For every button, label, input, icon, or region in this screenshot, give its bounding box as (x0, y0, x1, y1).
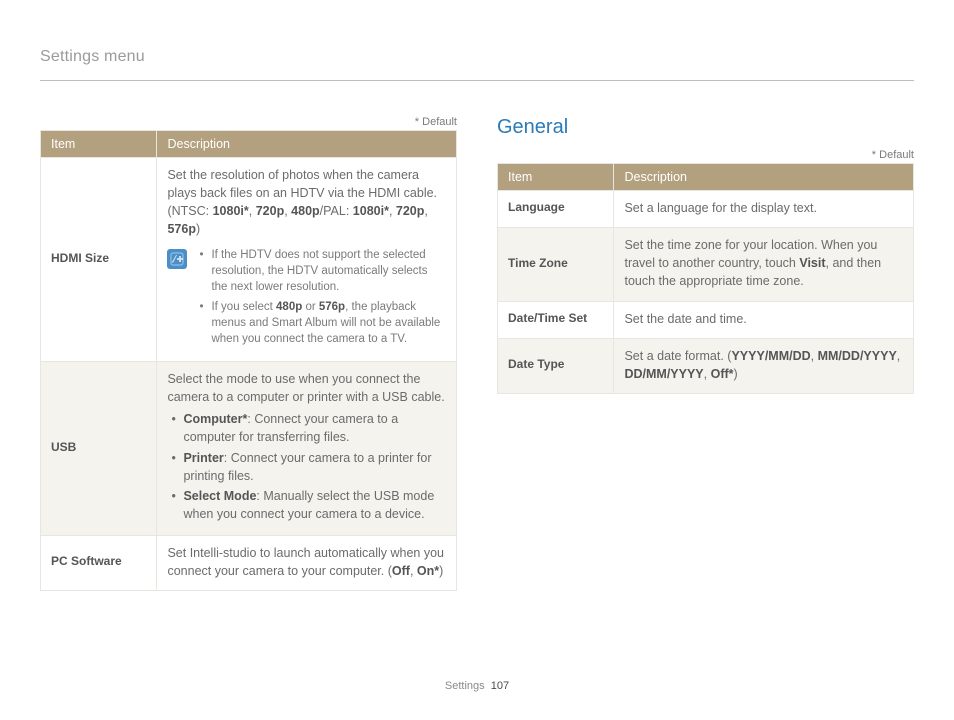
table-header-row: Item Description (41, 131, 457, 158)
row-desc: Set Intelli-studio to launch automatical… (157, 536, 457, 591)
row-item: Language (498, 191, 614, 228)
mode: 480p (291, 204, 320, 218)
default-note-left: * Default (40, 116, 457, 128)
row-item: HDMI Size (41, 158, 157, 362)
footer-section: Settings (445, 680, 485, 692)
row-desc: Select the mode to use when you connect … (157, 362, 457, 536)
desc-text: ) (439, 564, 443, 578)
row-item: Date Type (498, 338, 614, 393)
option-name: MM/DD/YYYY (818, 349, 897, 363)
right-table: Item Description Language Set a language… (497, 163, 914, 394)
option-name: On* (417, 564, 439, 578)
note-item: If you select 480p or 576p, the playback… (199, 299, 446, 347)
option-name: Printer (183, 451, 223, 465)
header-rule (40, 80, 914, 81)
option-name: Select Mode (183, 489, 256, 503)
row-item: Time Zone (498, 228, 614, 301)
option-list: Computer*: Connect your camera to a comp… (167, 410, 446, 523)
left-column: * Default Item Description HDMI Size Set… (40, 112, 457, 591)
table-row: Time Zone Set the time zone for your loc… (498, 228, 914, 301)
col-item: Item (498, 164, 614, 191)
option-item: Computer*: Connect your camera to a comp… (171, 410, 446, 446)
table-row: Date/Time Set Set the date and time. (498, 301, 914, 338)
desc-text: Set a date format. ( (624, 349, 731, 363)
mode: 1080i* (353, 204, 389, 218)
row-desc: Set the resolution of photos when the ca… (157, 158, 457, 362)
desc-text: Select the mode to use when you connect … (167, 372, 444, 404)
option-name: Off (392, 564, 410, 578)
note-icon (167, 249, 187, 269)
mode: 576p (319, 301, 345, 313)
page-header-title: Settings menu (40, 48, 145, 65)
desc-text: ) (734, 367, 738, 381)
mode: 720p (256, 204, 285, 218)
row-desc: Set a language for the display text. (614, 191, 914, 228)
row-desc: Set the time zone for your location. Whe… (614, 228, 914, 301)
option-name: Computer* (183, 412, 247, 426)
table-row: HDMI Size Set the resolution of photos w… (41, 158, 457, 362)
table-row: PC Software Set Intelli-studio to launch… (41, 536, 457, 591)
desc-text: ) (196, 222, 200, 236)
mode: 480p (276, 301, 302, 313)
col-desc: Description (614, 164, 914, 191)
page-footer: Settings 107 (0, 680, 954, 692)
bold-term: Visit (799, 256, 825, 270)
section-title: General (497, 116, 914, 139)
row-item: PC Software (41, 536, 157, 591)
page-header: Settings menu (40, 48, 914, 89)
mode: 720p (396, 204, 425, 218)
mode: 1080i* (213, 204, 249, 218)
col-desc: Description (157, 131, 457, 158)
footer-page: 107 (491, 680, 509, 692)
col-item: Item (41, 131, 157, 158)
note-item: If the HDTV does not support the selecte… (199, 247, 446, 295)
option-name: Off* (711, 367, 734, 381)
table-row: Language Set a language for the display … (498, 191, 914, 228)
default-note-right: * Default (497, 149, 914, 161)
table-header-row: Item Description (498, 164, 914, 191)
left-table: Item Description HDMI Size Set the resol… (40, 130, 457, 591)
option-name: DD/MM/YYYY (624, 367, 703, 381)
note-list: If the HDTV does not support the selecte… (195, 247, 446, 352)
row-desc: Set the date and time. (614, 301, 914, 338)
content-columns: * Default Item Description HDMI Size Set… (40, 112, 914, 591)
row-item: Date/Time Set (498, 301, 614, 338)
desc-text: /PAL: (320, 204, 353, 218)
option-name: YYYY/MM/DD (731, 349, 810, 363)
option-item: Printer: Connect your camera to a printe… (171, 449, 446, 485)
table-row: USB Select the mode to use when you conn… (41, 362, 457, 536)
option-item: Select Mode: Manually select the USB mod… (171, 487, 446, 523)
row-item: USB (41, 362, 157, 536)
row-desc: Set a date format. (YYYY/MM/DD, MM/DD/YY… (614, 338, 914, 393)
table-row: Date Type Set a date format. (YYYY/MM/DD… (498, 338, 914, 393)
mode: 576p (167, 222, 196, 236)
note-box: If the HDTV does not support the selecte… (167, 247, 446, 352)
right-column: General * Default Item Description Langu… (497, 112, 914, 591)
